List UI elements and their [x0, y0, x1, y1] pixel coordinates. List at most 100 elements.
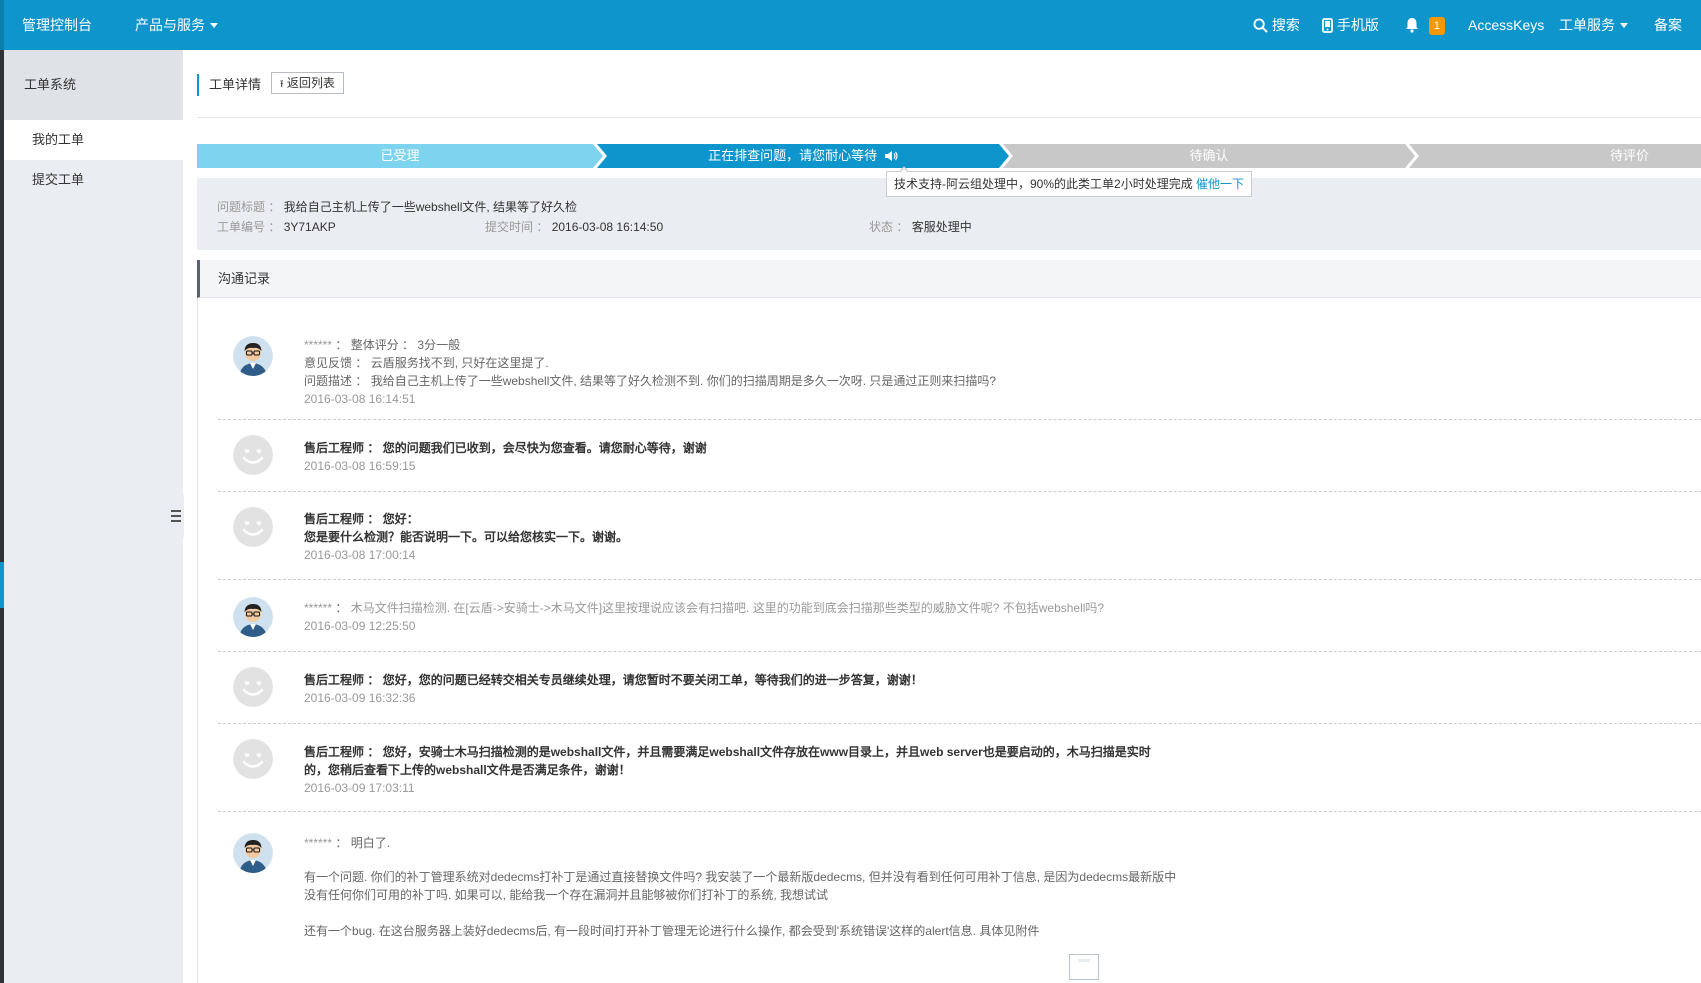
rating-key: 整体评分 — [350, 338, 399, 352]
ticket-status: 客服处理中 — [911, 220, 972, 234]
message-body: ****** ： 木马文件扫描检测. 在[云盾->安骑士->木马文件]这里按理说… — [304, 601, 1105, 633]
sidebar-title: 工单系统 — [4, 50, 183, 120]
navbar-left-edge — [0, 0, 4, 50]
message-author: ****** — [304, 601, 333, 615]
user-avatar — [233, 336, 273, 376]
message-divider — [218, 723, 1701, 724]
mobile-label: 手机版 — [1336, 17, 1379, 33]
feedback-value: 云盾服务找不到, 只好在这里提了. — [370, 356, 549, 370]
console-link[interactable]: 管理控制台 — [22, 0, 92, 50]
speaker-icon — [884, 151, 898, 161]
ticket-subject: 我给自己主机上传了一些webshell文件, 结果等了好久检 — [283, 200, 578, 214]
default-avatar — [233, 507, 273, 547]
message-divider — [218, 651, 1701, 652]
urge-link[interactable]: 催他一下 — [1196, 177, 1244, 191]
message-text: 木马文件扫描检测. 在[云盾->安骑士->木马文件]这里按理说应该会有扫描吧. … — [350, 601, 1105, 615]
message-text: 明白了. — [350, 836, 391, 850]
message-author: ****** — [304, 836, 333, 850]
sidebar-collapse-toggle[interactable] — [168, 495, 184, 537]
message-body: ****** ： 整体评分 ： 3分一般 意见反馈 ： 云盾服务找不到, 只好在… — [304, 338, 997, 406]
image-file-icon — [1078, 959, 1090, 962]
ticket-submitted: 2016-03-08 16:14:50 — [551, 220, 664, 234]
sidebar: 工单系统 我的工单 提交工单 — [4, 50, 183, 983]
ticket-status-row: 状态 ： 客服处理中 — [869, 220, 972, 234]
default-avatar — [233, 667, 273, 707]
message-author: 售后工程师 — [304, 441, 365, 455]
attachment-thumbnail[interactable] — [1069, 954, 1099, 980]
message-divider — [218, 579, 1701, 580]
top-navbar: 管理控制台 产品与服务 搜索 手机版 1 AccessKeys 工单服务 备案 — [0, 0, 1701, 50]
feedback-key: 意见反馈 — [304, 356, 353, 370]
id-key: 工单编号 — [217, 220, 266, 234]
bell-icon — [1406, 18, 1418, 33]
message-body: 售后工程师 ： 您好，您的问题已经转交相关专员继续处理，请您暂时不要关闭工单，等… — [304, 673, 923, 705]
ticket-service-label: 工单服务 — [1559, 17, 1615, 33]
message-author: ****** — [304, 338, 333, 352]
message-text: 您好，安骑士木马扫描检测的是webshall文件，并且需要满足webshall文… — [382, 745, 1151, 759]
desc-key: 问题描述 — [304, 374, 353, 388]
notification-count-badge: 1 — [1428, 17, 1445, 35]
message-time: 2016-03-08 16:14:51 — [304, 392, 416, 406]
message-body: 售后工程师 ： 您好： 您是要什么检测？能否说明一下。可以给您核实一下。谢谢。 … — [304, 512, 629, 562]
conversation-list: ****** ： 整体评分 ： 3分一般 意见反馈 ： 云盾服务找不到, 只好在… — [197, 298, 1701, 983]
message-body: ****** ： 明白了. 有一个问题. 你们的补丁管理系统对dedecms打补… — [304, 834, 1304, 940]
message-time: 2016-03-09 12:25:50 — [304, 619, 416, 633]
message-author: 售后工程师 — [304, 673, 365, 687]
step-pending-rating: 待评价 — [1409, 144, 1701, 168]
message-text: 您是要什么检测？能否说明一下。可以给您核实一下。谢谢。 — [304, 530, 629, 544]
menu-collapse-icon — [171, 510, 181, 522]
beian-link[interactable]: 备案 — [1654, 0, 1682, 50]
message-body: 售后工程师 ： 您好，安骑士木马扫描检测的是webshall文件，并且需要满足w… — [304, 745, 1151, 795]
message-time: 2016-03-08 17:00:14 — [304, 548, 416, 562]
progress-steps: 已受理 正在排查问题，请您耐心等待 待确认 待评价 — [197, 144, 1701, 168]
message-author: 售后工程师 — [304, 512, 365, 526]
accesskeys-label: AccessKeys — [1468, 17, 1545, 33]
ticket-service-menu[interactable]: 工单服务 — [1559, 0, 1628, 50]
notifications-button[interactable]: 1 — [1405, 0, 1445, 50]
default-avatar — [233, 739, 273, 779]
header-divider — [197, 117, 1701, 118]
back-to-list-button[interactable]: ⭱ 返回列表 — [271, 72, 344, 94]
page-title: 工单详情 — [197, 74, 261, 96]
beian-label: 备案 — [1654, 17, 1682, 33]
search-icon — [1253, 18, 1268, 33]
processing-tooltip: 技术支持-阿云组处理中，90%的此类工单2小时处理完成 催他一下 — [886, 166, 1253, 197]
message-text: 您好，您的问题已经转交相关专员继续处理，请您暂时不要关闭工单，等待我们的进一步答… — [382, 673, 923, 687]
step-pending-confirm-label: 待确认 — [1189, 148, 1229, 163]
submitted-key: 提交时间 — [485, 220, 534, 234]
status-key: 状态 — [869, 220, 894, 234]
sidebar-item-submit-ticket[interactable]: 提交工单 — [4, 160, 183, 200]
message-time: 2016-03-09 17:03:11 — [304, 781, 415, 795]
message-divider — [218, 811, 1701, 812]
step-investigating: 正在排查问题，请您耐心等待 — [597, 144, 1009, 168]
step-accepted: 已受理 — [197, 144, 603, 168]
sidebar-item-my-tickets[interactable]: 我的工单 — [4, 120, 183, 160]
message-text: 的，您稍后查看下上传的webshall文件是否满足条件，谢谢！ — [304, 763, 631, 777]
upload-arrow-icon: ⭱ — [280, 79, 284, 90]
user-avatar — [233, 597, 273, 637]
phone-icon — [1322, 18, 1333, 33]
message-divider — [218, 419, 1701, 420]
console-label: 管理控制台 — [22, 17, 92, 33]
subject-key: 问题标题 — [217, 200, 266, 214]
search-label: 搜索 — [1271, 17, 1300, 33]
chevron-down-icon — [1620, 23, 1628, 28]
message-text: 没有任何你们可用的补丁吗. 如果可以, 能给我一个存在漏洞并且能够被你们打补丁的… — [304, 888, 829, 902]
main-content: 工单详情 ⭱ 返回列表 已受理 正在排查问题，请您耐心等待 待确认 待评价 问题… — [197, 50, 1701, 983]
products-menu[interactable]: 产品与服务 — [135, 0, 218, 50]
search-link[interactable]: 搜索 — [1253, 0, 1300, 50]
message-text: 您的问题我们已收到，会尽快为您查看。请您耐心等待，谢谢 — [382, 441, 707, 455]
step-pending-confirm: 待确认 — [1003, 144, 1415, 168]
message-text: 您好： — [382, 512, 419, 526]
back-to-list-label: 返回列表 — [286, 76, 335, 90]
message-author: 售后工程师 — [304, 745, 365, 759]
mobile-link[interactable]: 手机版 — [1322, 0, 1379, 50]
chevron-down-icon — [210, 23, 218, 28]
ticket-id: 3Y71AKP — [283, 220, 336, 234]
message-text: 还有一个bug. 在这台服务器上装好dedecms后, 有一段时间打开补丁管理无… — [304, 924, 1040, 938]
step-investigating-label: 正在排查问题，请您耐心等待 — [708, 148, 878, 163]
message-divider — [218, 491, 1701, 492]
ticket-subject-row: 问题标题 ： 我给自己主机上传了一些webshell文件, 结果等了好久检 — [217, 200, 578, 214]
accesskeys-link[interactable]: AccessKeys — [1468, 0, 1544, 50]
ticket-submitted-row: 提交时间 ： 2016-03-08 16:14:50 — [485, 220, 664, 234]
